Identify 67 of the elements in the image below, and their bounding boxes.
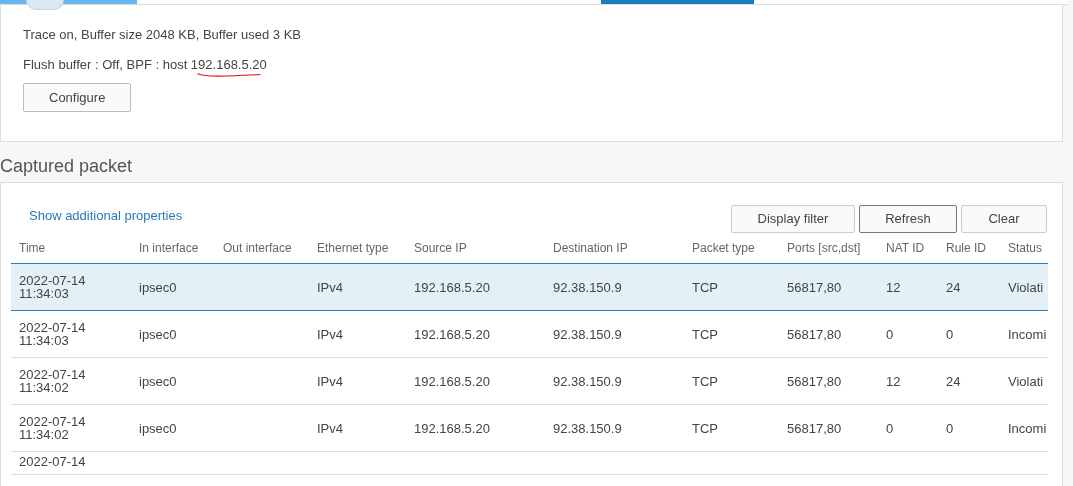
table-cell-text: 2022-07-14 11:34:03 — [19, 274, 87, 300]
table-cell: TCP — [692, 326, 718, 342]
column-header[interactable]: Packet type — [692, 241, 755, 255]
table-cell: 0 — [886, 420, 894, 436]
table-cell-text: 2022-07-14 11:34:02 — [19, 415, 87, 441]
table-cell: 192.168.5.20 — [414, 279, 490, 295]
tab-indicator[interactable] — [601, 0, 754, 4]
column-header[interactable]: Source IP — [414, 241, 467, 255]
table-cell: IPv4 — [317, 420, 343, 436]
table-cell: 92.38.150.9 — [553, 420, 622, 436]
column-header[interactable]: NAT ID — [886, 241, 925, 255]
table-cell: IPv4 — [317, 373, 343, 389]
section-title: Captured packet — [0, 155, 134, 177]
table-cell: 24 — [946, 373, 961, 389]
table-cell-text: 2022-07-14 11:34:02 — [19, 368, 87, 394]
table-cell: 192.168.5.20 — [414, 326, 490, 342]
table-cell: ipsec0 — [139, 279, 177, 295]
column-header[interactable]: Out interface — [223, 241, 292, 255]
filter-status-text: Flush buffer : Off, BPF : host 192.168.5.20 — [23, 55, 267, 73]
table-cell: 24 — [946, 279, 961, 295]
table-cell: ipsec0 — [139, 420, 177, 436]
table-cell: IPv4 — [317, 326, 343, 342]
table-cell: 56817,80 — [787, 420, 842, 436]
column-header[interactable]: In interface — [139, 241, 199, 255]
table-cell: Violati — [1008, 373, 1044, 389]
column-header[interactable]: Ethernet type — [317, 241, 389, 255]
table-cell: Incomi — [1008, 326, 1047, 342]
table-cell-text: 2022-07-14 11:34:03 — [19, 321, 87, 347]
clear-button[interactable]: Clear — [961, 205, 1047, 233]
table-row[interactable]: 2022-07-14 11:34:02 ipsec0 IPv4 192.168.5.20 92.38.150.9 TCP 56817,80 0 0 Incomi — [11, 404, 1048, 452]
table-cell: IPv4 — [317, 279, 343, 295]
column-header[interactable]: Time — [19, 241, 46, 255]
table-cell: Incomi — [1008, 420, 1047, 436]
column-header[interactable]: Rule ID — [946, 241, 986, 255]
table-cell: ipsec0 — [139, 326, 177, 342]
table-cell: 56817,80 — [787, 279, 842, 295]
table-cell: TCP — [692, 420, 718, 436]
table-cell: TCP — [692, 279, 718, 295]
table-cell: 92.38.150.9 — [553, 326, 622, 342]
table-cell: Violati — [1008, 279, 1044, 295]
table-cell: 0 — [946, 326, 954, 342]
table-row[interactable]: 2022-07-14 11:34:03 ipsec0 IPv4 192.168.5.20 92.38.150.9 TCP 56817,80 0 0 Incomi — [11, 310, 1048, 358]
table-cell: 0 — [946, 420, 954, 436]
table-cell-text: 2022-07-14 — [19, 455, 87, 468]
configure-button[interactable]: Configure — [23, 82, 132, 112]
table-row[interactable]: 2022-07-14 — [11, 451, 1048, 475]
show-properties-link[interactable]: Show additional properties — [29, 205, 183, 225]
toggle-switch[interactable] — [26, 0, 64, 10]
trace-status-text: Trace on, Buffer size 2048 KB, Buffer used 3 KB — [23, 26, 302, 44]
table-cell: ipsec0 — [139, 373, 177, 389]
table-cell: 92.38.150.9 — [553, 373, 622, 389]
table-row[interactable]: 2022-07-14 11:34:03 ipsec0 IPv4 192.168.5.20 92.38.150.9 TCP 56817,80 12 24 Violati — [11, 263, 1048, 311]
table-cell: 0 — [886, 326, 894, 342]
table-cell: TCP — [692, 373, 718, 389]
refresh-button[interactable]: Refresh — [859, 205, 957, 233]
column-header[interactable]: Destination IP — [553, 241, 628, 255]
column-header[interactable]: Ports [src,dst] — [787, 241, 861, 255]
table-cell: 12 — [886, 373, 901, 389]
filter-button[interactable]: Display filter — [731, 205, 855, 233]
column-header[interactable]: Status — [1008, 241, 1043, 255]
table-cell: 56817,80 — [787, 326, 842, 342]
table-cell: 192.168.5.20 — [414, 373, 490, 389]
table-cell: 12 — [886, 279, 901, 295]
table-cell: 92.38.150.9 — [553, 279, 622, 295]
table-cell: 56817,80 — [787, 373, 842, 389]
table-cell: 192.168.5.20 — [414, 420, 490, 436]
table-row[interactable]: 2022-07-14 11:34:02 ipsec0 IPv4 192.168.5.20 92.38.150.9 TCP 56817,80 12 24 Violati — [11, 357, 1048, 405]
